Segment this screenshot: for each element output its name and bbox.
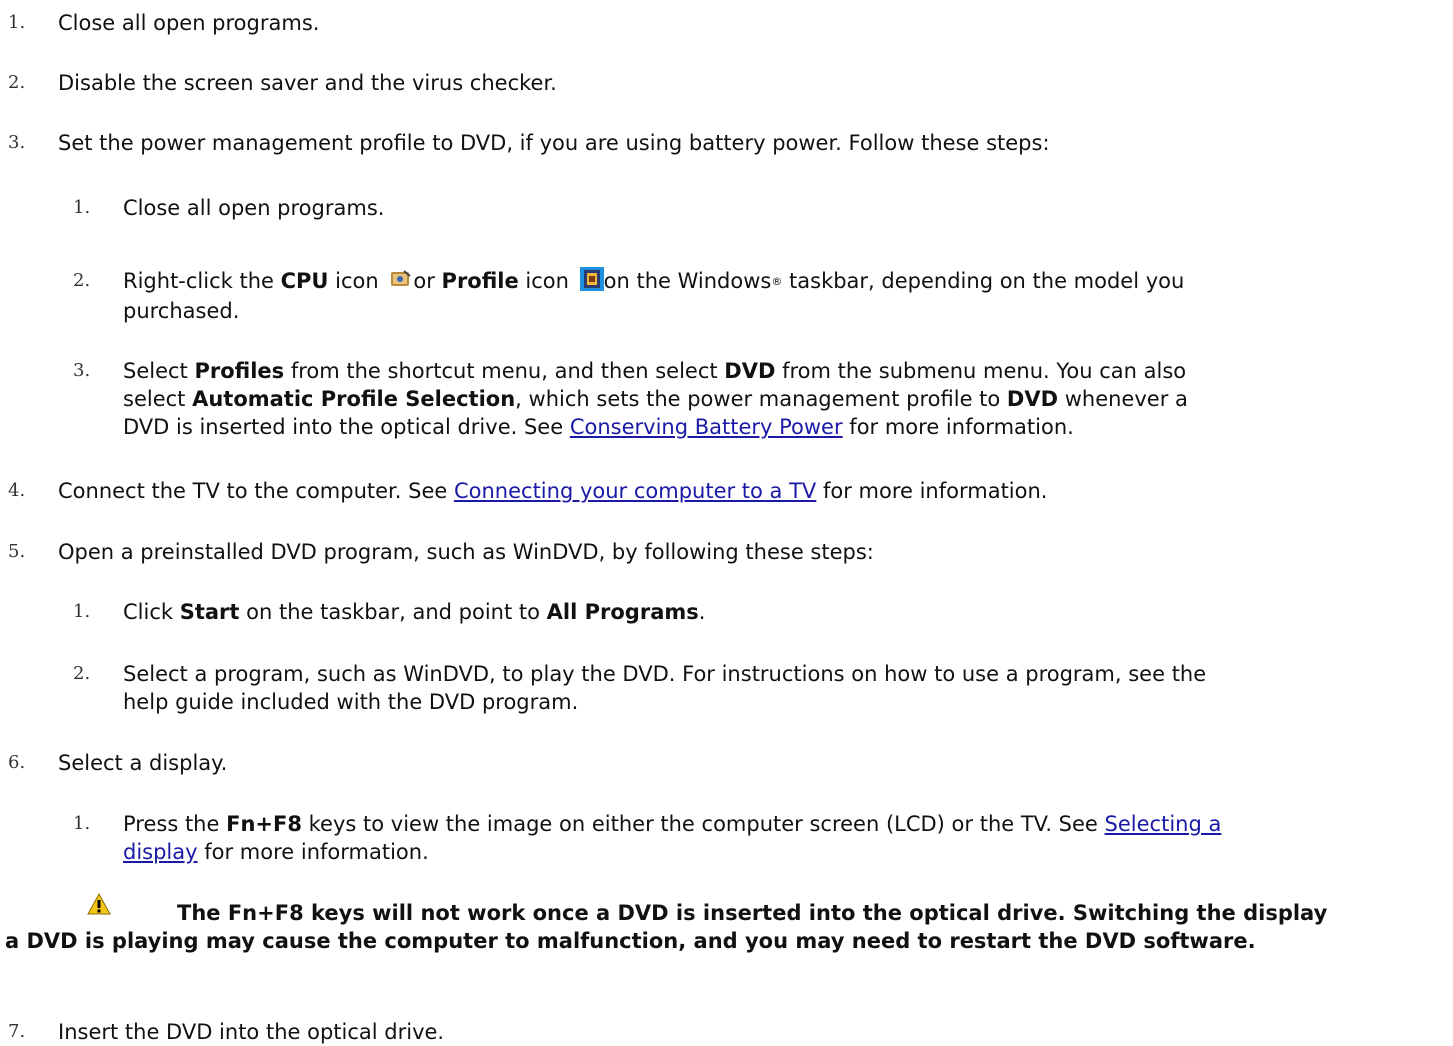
selecting-display-link-cont[interactable]: display [123,840,198,864]
step-number: 6. [8,752,26,773]
substep-text-cont: select Automatic Profile Selection, whic… [123,387,1188,411]
substep-text: Close all open programs. [123,196,385,220]
selecting-display-link[interactable]: Selecting a [1105,812,1222,836]
profile-icon[interactable] [579,267,604,291]
substep-number: 2. [73,270,91,291]
step-number: 7. [8,1021,26,1042]
step-number: 3. [8,132,26,153]
substep-number: 1. [73,197,91,218]
step-text: Insert the DVD into the optical drive. [58,1020,445,1044]
substep-text: Select Profiles from the shortcut menu, … [123,359,1187,383]
substep-number: 1. [73,601,91,622]
warning-icon [87,893,111,915]
substep-text-cont: DVD is inserted into the optical drive. … [123,415,1074,439]
cpu-icon[interactable] [389,267,413,291]
substep-text: Press the Fn+F8 keys to view the image o… [123,812,1222,836]
step-number: 4. [8,480,26,501]
substep-number: 2. [73,663,91,684]
warning-text: The Fn+F8 keys will not work once a DVD … [177,901,1328,925]
connecting-tv-link[interactable]: Connecting your computer to a TV [454,479,816,503]
conserving-battery-power-link[interactable]: Conserving Battery Power [570,415,843,439]
warning-text-cont: a DVD is playing may cause the computer … [5,929,1256,953]
step-text: Disable the screen saver and the virus c… [58,71,557,95]
step-number: 1. [8,12,26,33]
substep-text: Select a program, such as WinDVD, to pla… [123,662,1207,686]
substep-text-cont: help guide included with the DVD program… [123,690,579,714]
step-text: Open a preinstalled DVD program, such as… [58,540,874,564]
substep-text: Click Start on the taskbar, and point to… [123,600,706,624]
substep-text: Right-click the CPU icon or Profile icon… [123,267,1185,293]
substep-text-cont: purchased. [123,299,240,323]
step-number: 5. [8,541,26,562]
step-text: Close all open programs. [58,11,320,35]
step-number: 2. [8,72,26,93]
step-text: Select a display. [58,751,228,775]
substep-text-cont: display for more information. [123,840,429,864]
substep-number: 3. [73,360,91,381]
step-text: Set the power management profile to DVD,… [58,131,1050,155]
step-text: Connect the TV to the computer. See Conn… [58,479,1048,503]
substep-number: 1. [73,813,91,834]
